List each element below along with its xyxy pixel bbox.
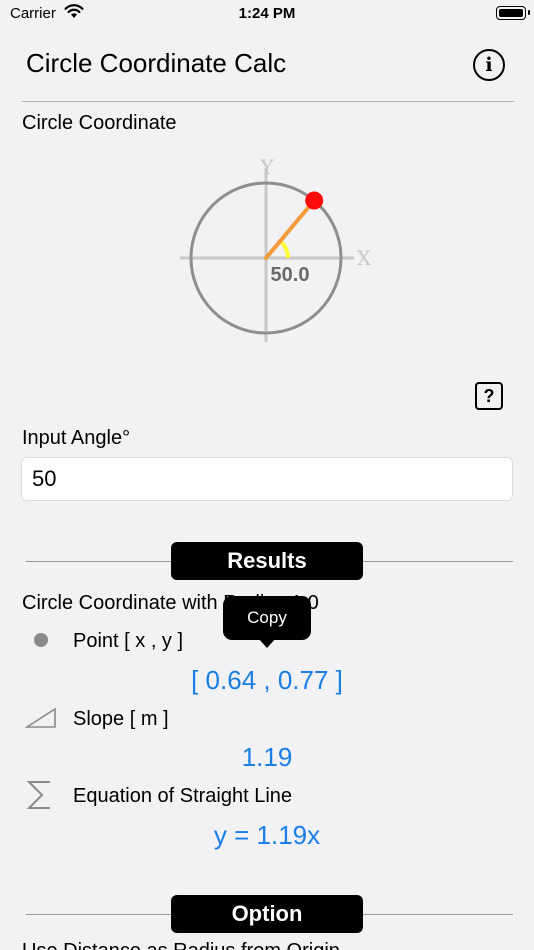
dot-icon xyxy=(33,632,49,653)
x-axis-label: X xyxy=(357,246,372,270)
slope-value[interactable]: 1.19 xyxy=(0,742,534,773)
results-header: Results xyxy=(171,542,363,580)
slope-label: Slope [ m ] xyxy=(73,708,169,730)
y-axis-label: Y xyxy=(259,155,274,179)
input-angle-label: Input Angle° xyxy=(22,427,131,449)
circle-point xyxy=(305,191,324,210)
angle-value-label: 50.0 xyxy=(271,264,310,286)
radius-line xyxy=(264,198,317,260)
title-divider xyxy=(22,101,514,102)
equation-label: Equation of Straight Line xyxy=(73,785,293,807)
copy-tooltip-arrow xyxy=(258,638,276,648)
angle-input[interactable] xyxy=(21,457,513,501)
option-row-label[interactable]: Use Distance as Radius from Origin xyxy=(22,940,340,950)
option-divider-right xyxy=(363,914,513,915)
info-icon[interactable]: i xyxy=(473,49,505,81)
copy-tooltip[interactable]: Copy xyxy=(223,596,311,640)
equation-value[interactable]: y = 1.19x xyxy=(0,820,534,851)
results-divider-right xyxy=(363,561,513,562)
diagram-section-label: Circle Coordinate xyxy=(22,112,177,134)
status-bar: Carrier 1:24 PM xyxy=(0,0,534,30)
results-divider-left xyxy=(26,561,171,562)
page-title: Circle Coordinate Calc xyxy=(26,48,287,78)
sigma-icon xyxy=(25,777,53,818)
clock: 1:24 PM xyxy=(238,5,296,22)
angle-arc xyxy=(278,239,291,259)
point-label: Point [ x , y ] xyxy=(73,630,184,652)
option-header: Option xyxy=(171,895,363,933)
help-button[interactable]: ? xyxy=(475,382,503,410)
battery-icon xyxy=(496,6,530,20)
option-divider-left xyxy=(26,914,171,915)
slope-triangle-icon xyxy=(24,707,57,734)
circle-diagram: X Y 50.0 xyxy=(180,155,372,342)
point-value[interactable]: [ 0.64 , 0.77 ] xyxy=(0,665,534,696)
